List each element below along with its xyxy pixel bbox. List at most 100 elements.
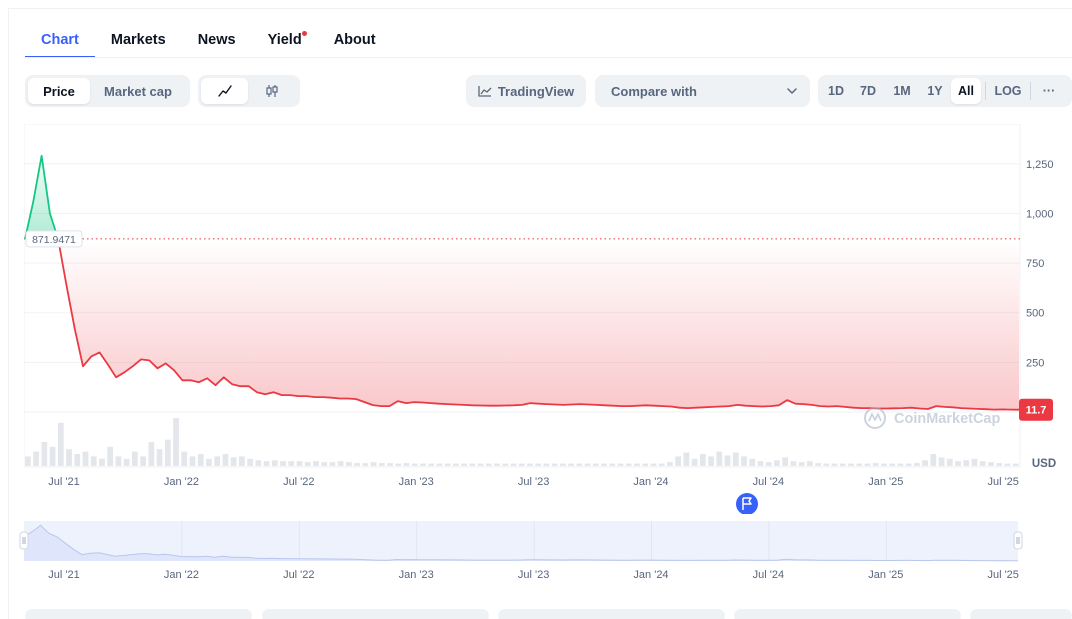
volume-bar [782,457,789,466]
volume-bar [132,451,138,466]
navigator-x-tick-label: Jan '22 [164,569,199,581]
price-chart[interactable]: 2505007501,0001,250 Jul '21 Jan '22 Jul '2… [24,124,1072,514]
tab-about[interactable]: About [318,26,392,58]
range-1d-button[interactable]: 1D [821,78,851,104]
volume-bar [584,463,591,466]
x-tick-label: Jul '21 [48,476,79,488]
volume-bar [1004,463,1011,466]
top-divider [8,8,1072,9]
tab-markets[interactable]: Markets [95,26,182,58]
volume-bar [271,460,278,466]
volume-bar [856,463,863,466]
volume-bar [815,463,821,466]
volume-bar [741,456,747,466]
volume-bar [25,456,31,466]
volume-bar [156,449,163,466]
current-price-label: 11.7 [1026,405,1047,417]
navigator-x-tick-label: Jul '21 [48,569,79,581]
range-7d-button[interactable]: 7D [851,78,885,104]
stat-card [734,609,961,619]
volume-bar [411,463,418,466]
volume-bar [642,463,649,466]
volume-bar [946,458,953,466]
tab-news[interactable]: News [182,26,252,58]
volume-bar [239,456,245,466]
market-cap-button[interactable]: Market cap [90,78,186,104]
volume-bar [955,461,961,466]
volume-bar [667,462,673,466]
volume-bar [214,456,221,466]
volume-bar [765,462,772,466]
line-chart-button[interactable] [201,78,248,104]
volume-bar [609,463,616,466]
volume-bar [691,458,698,466]
candlestick-chart-button[interactable] [248,78,295,104]
volume-bar [49,446,56,466]
range-divider [985,82,986,100]
x-axis: Jul '21 Jan '22 Jul '22 Jan '23 Jul '23 Jan '… [48,476,1019,488]
volume-bar [494,463,500,466]
range-navigator[interactable]: Jul '21 Jan '22 Jul '22 Jan '23 Jul '23 Jan '… [0,515,1072,585]
range-1m-button[interactable]: 1M [885,78,919,104]
volume-bar [518,463,525,466]
x-tick-label: Jul '24 [753,476,784,488]
navigator-right-handle[interactable] [1013,531,1023,550]
volume-bar [362,463,369,466]
volume-bar [839,463,846,466]
volume-bar [749,458,756,466]
chart-panel: Chart Markets News Yield About Price Mar… [0,0,1072,619]
log-scale-button[interactable]: LOG [990,78,1026,104]
volume-bar [922,460,928,466]
volume-bar [346,462,352,466]
volume-bar [930,454,937,466]
y-tick-label: 500 [1026,308,1044,320]
volume-bar [732,452,739,466]
volume-bar [304,462,311,466]
volume-bar [716,451,723,466]
event-flag-marker[interactable] [736,493,758,514]
volume-bar [33,451,39,466]
volume-bar [798,462,805,466]
volume-bar [979,461,986,466]
reference-price-tag: 871.9471 [25,230,83,248]
volume-bar [164,439,171,466]
volume-bar [535,463,542,466]
volume-bar [996,463,1003,466]
volume-bar [708,456,714,466]
volume-bar [354,463,360,466]
navigator-x-axis: Jul '21 Jan '22 Jul '22 Jan '23 Jul '23 Jan '… [48,569,1019,581]
volume-bar [510,463,517,466]
volume-bar [988,462,994,466]
chevron-down-icon [787,88,797,95]
volume-bar [897,463,904,466]
volume-bar [140,456,146,466]
tab-chart[interactable]: Chart [25,26,95,58]
candlestick-icon [265,85,278,97]
volume-bar [82,451,89,466]
volume-bar [806,461,813,466]
volume-bar [436,463,443,466]
price-button[interactable]: Price [28,78,90,104]
watermark-text: CoinMarketCap [894,411,1000,427]
volume-bar [485,463,492,466]
stat-card [970,609,1072,619]
range-1y-button[interactable]: 1Y [919,78,951,104]
navigator-left-handle[interactable] [19,531,29,550]
x-tick-label: Jan '24 [633,476,668,488]
volume-bar [774,460,780,466]
range-all-button[interactable]: All [951,78,981,104]
more-options-button[interactable]: ··· [1035,78,1063,104]
tab-news-label: News [197,32,236,48]
tradingview-button[interactable]: TradingView [466,75,586,107]
tab-yield[interactable]: Yield [252,26,318,58]
volume-bar [905,463,912,466]
volume-bar [469,463,476,466]
navigator-x-tick-label: Jan '25 [868,569,903,581]
tab-markets-label: Markets [110,32,166,48]
line-chart-icon [217,85,232,97]
volume-bar [403,463,410,466]
volume-bar [378,463,385,466]
reference-price-label: 871.9471 [32,234,76,246]
volume-bar [650,463,657,466]
compare-with-select[interactable]: Compare with [595,75,810,107]
